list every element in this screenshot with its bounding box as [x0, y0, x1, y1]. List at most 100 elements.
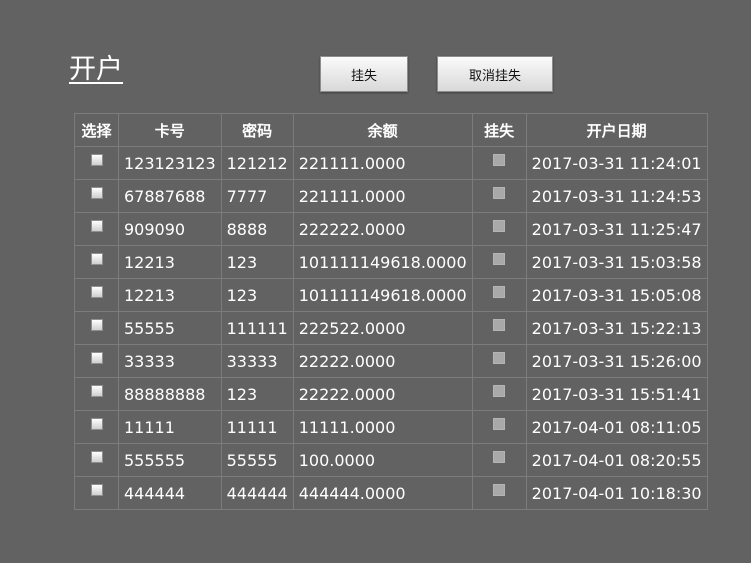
lost-status-checkbox — [493, 319, 506, 331]
table-row: 88888888 123 22222.0000 2017-03-31 15:51:41 — [74, 377, 708, 411]
balance-cell: 11111.0000 — [292, 410, 473, 444]
password-cell: 444444 — [220, 476, 294, 510]
cancel-loss-button[interactable]: 取消挂失 — [437, 56, 553, 92]
password-cell: 7777 — [220, 179, 294, 213]
select-cell — [74, 146, 119, 180]
select-checkbox[interactable] — [90, 220, 103, 232]
table-row: 123123123 121212 221111.0000 2017-03-31 11:… — [74, 146, 708, 180]
card-number-cell: 55555 — [118, 311, 222, 345]
table-row: 67887688 7777 221111.0000 2017-03-31 11:24:… — [74, 179, 708, 213]
select-checkbox[interactable] — [90, 484, 103, 496]
lost-status-checkbox — [493, 484, 506, 496]
open-date-cell: 2017-03-31 15:22:13 — [525, 311, 708, 345]
select-checkbox[interactable] — [90, 451, 103, 463]
lost-status-checkbox — [493, 286, 506, 298]
card-number-cell: 555555 — [118, 443, 222, 477]
lost-status-checkbox — [493, 187, 506, 199]
lost-cell — [471, 212, 527, 246]
balance-cell: 222522.0000 — [292, 311, 473, 345]
lost-cell — [471, 146, 527, 180]
lost-status-checkbox — [493, 385, 506, 397]
lost-status-checkbox — [493, 154, 506, 166]
card-number-cell: 909090 — [118, 212, 222, 246]
balance-cell: 222222.0000 — [292, 212, 473, 246]
open-date-cell: 2017-03-31 11:24:01 — [525, 146, 708, 180]
password-cell: 123 — [220, 377, 294, 411]
select-checkbox[interactable] — [90, 154, 103, 166]
table-header-row: 选择 卡号 密码 余额 挂失 开户日期 — [74, 113, 708, 147]
select-cell — [74, 410, 119, 444]
lost-cell — [471, 311, 527, 345]
column-header-card-number: 卡号 — [118, 113, 222, 147]
balance-cell: 22222.0000 — [292, 377, 473, 411]
card-number-cell: 11111 — [118, 410, 222, 444]
open-date-cell: 2017-03-31 11:24:53 — [525, 179, 708, 213]
table-row: 12213 123 101111149618.0000 2017-03-31 15:0… — [74, 245, 708, 279]
lost-cell — [471, 179, 527, 213]
password-cell: 8888 — [220, 212, 294, 246]
password-cell: 33333 — [220, 344, 294, 378]
select-checkbox[interactable] — [90, 418, 103, 430]
lost-cell — [471, 245, 527, 279]
column-header-select: 选择 — [74, 113, 119, 147]
select-cell — [74, 179, 119, 213]
password-cell: 123 — [220, 278, 294, 312]
select-cell — [74, 311, 119, 345]
lost-cell — [471, 476, 527, 510]
lost-status-checkbox — [493, 352, 506, 364]
open-date-cell: 2017-03-31 15:05:08 — [525, 278, 708, 312]
lost-cell — [471, 377, 527, 411]
card-number-cell: 33333 — [118, 344, 222, 378]
select-checkbox[interactable] — [90, 253, 103, 265]
balance-cell: 100.0000 — [292, 443, 473, 477]
balance-cell: 22222.0000 — [292, 344, 473, 378]
table-row: 555555 55555 100.0000 2017-04-01 08:20:55 — [74, 443, 708, 477]
balance-cell: 221111.0000 — [292, 179, 473, 213]
lost-cell — [471, 443, 527, 477]
report-loss-button[interactable]: 挂失 — [320, 56, 408, 92]
lost-status-checkbox — [493, 220, 506, 232]
open-date-cell: 2017-04-01 08:20:55 — [525, 443, 708, 477]
select-cell — [74, 245, 119, 279]
card-number-cell: 12213 — [118, 245, 222, 279]
open-date-cell: 2017-03-31 15:26:00 — [525, 344, 708, 378]
balance-cell: 101111149618.0000 — [292, 278, 473, 312]
accounts-table-body: 123123123 121212 221111.0000 2017-03-31 11:… — [74, 146, 708, 510]
balance-cell: 101111149618.0000 — [292, 245, 473, 279]
card-number-cell: 67887688 — [118, 179, 222, 213]
password-cell: 55555 — [220, 443, 294, 477]
lost-cell — [471, 344, 527, 378]
table-row: 33333 33333 22222.0000 2017-03-31 15:26:00 — [74, 344, 708, 378]
select-cell — [74, 377, 119, 411]
table-row: 444444 444444 444444.0000 2017-04-01 10:18:… — [74, 476, 708, 510]
lost-cell — [471, 410, 527, 444]
table-row: 909090 8888 222222.0000 2017-03-31 11:25:47 — [74, 212, 708, 246]
card-number-cell: 123123123 — [118, 146, 222, 180]
select-checkbox[interactable] — [90, 385, 103, 397]
lost-status-checkbox — [493, 418, 506, 430]
select-checkbox[interactable] — [90, 352, 103, 364]
password-cell: 121212 — [220, 146, 294, 180]
open-date-cell: 2017-04-01 10:18:30 — [525, 476, 708, 510]
table-row: 11111 11111 11111.0000 2017-04-01 08:11:05 — [74, 410, 708, 444]
select-checkbox[interactable] — [90, 286, 103, 298]
select-checkbox[interactable] — [90, 319, 103, 331]
accounts-table: 选择 卡号 密码 余额 挂失 开户日期 123123123 121212 22111… — [74, 113, 708, 510]
column-header-password: 密码 — [220, 113, 294, 147]
select-cell — [74, 443, 119, 477]
column-header-balance: 余额 — [292, 113, 473, 147]
open-date-cell: 2017-03-31 15:51:41 — [525, 377, 708, 411]
balance-cell: 221111.0000 — [292, 146, 473, 180]
password-cell: 111111 — [220, 311, 294, 345]
password-cell: 123 — [220, 245, 294, 279]
select-cell — [74, 476, 119, 510]
table-row: 55555 111111 222522.0000 2017-03-31 15:22:1… — [74, 311, 708, 345]
select-checkbox[interactable] — [90, 187, 103, 199]
select-cell — [74, 212, 119, 246]
column-header-open-date: 开户日期 — [525, 113, 708, 147]
open-account-link[interactable]: 开户 — [69, 52, 123, 88]
password-cell: 11111 — [220, 410, 294, 444]
open-date-cell: 2017-03-31 11:25:47 — [525, 212, 708, 246]
column-header-lost: 挂失 — [471, 113, 527, 147]
open-date-cell: 2017-04-01 08:11:05 — [525, 410, 708, 444]
